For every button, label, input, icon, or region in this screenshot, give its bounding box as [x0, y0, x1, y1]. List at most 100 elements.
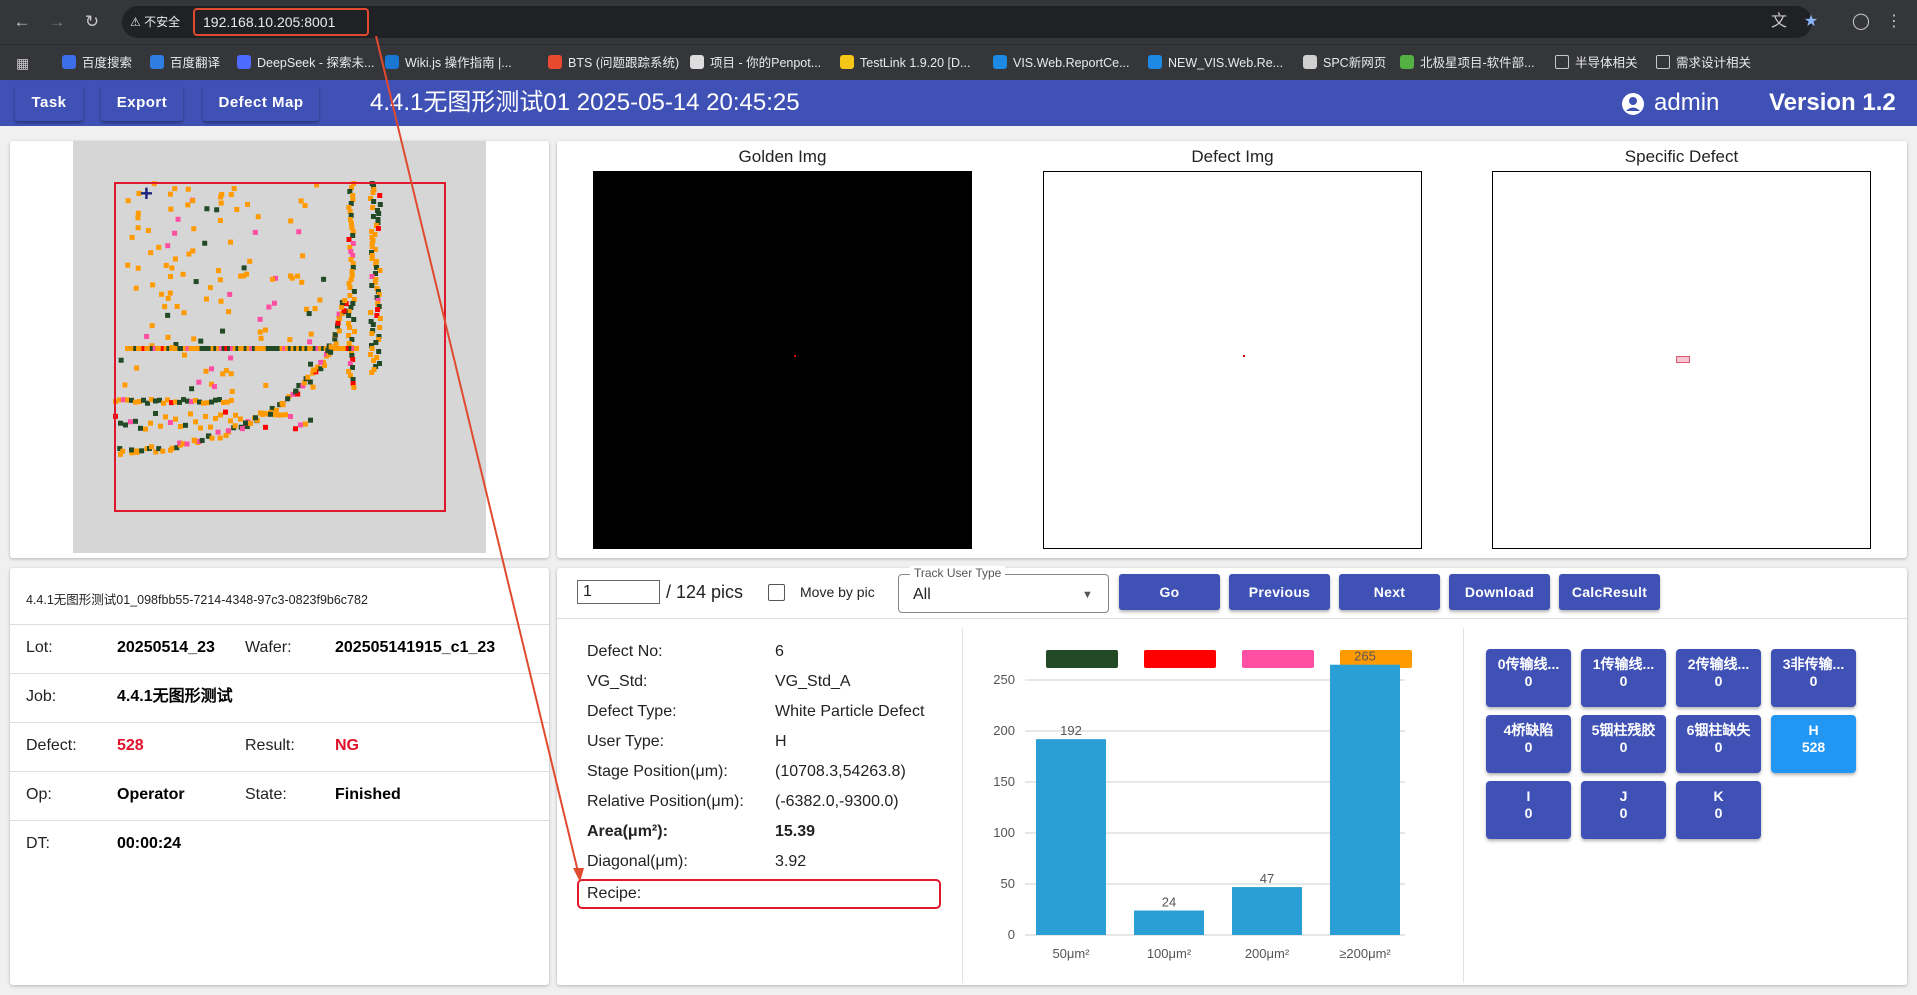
address-bar[interactable] — [122, 6, 1812, 38]
recipe-label: Recipe: — [587, 885, 642, 902]
specific-defect-image[interactable] — [1492, 171, 1871, 549]
bookmark-label: DeepSeek - 探索未... — [257, 56, 375, 70]
not-secure-indicator[interactable]: ⚠ 不安全 — [130, 12, 180, 32]
bookmark-item[interactable]: SPC新网页 — [1303, 53, 1386, 73]
bookmark-icon — [993, 55, 1007, 69]
translate-icon[interactable]: 文 — [1768, 11, 1790, 33]
bar — [1134, 910, 1204, 935]
job-value: 4.4.1无图形测试 — [117, 688, 233, 705]
tile-count: 0 — [1524, 805, 1533, 821]
bookmark-item[interactable]: 需求设计相关 — [1656, 53, 1751, 73]
op-label: Op: — [26, 786, 52, 803]
tile-count: 0 — [1524, 739, 1533, 755]
apps-icon[interactable]: ▦ — [16, 53, 29, 73]
category-tile[interactable]: 3非传输... 0 — [1771, 649, 1856, 707]
defect-no-label: Defect No: — [587, 643, 663, 660]
bookmark-item[interactable]: DeepSeek - 探索未... — [237, 53, 374, 73]
bookmark-item[interactable]: 百度翻译 — [150, 53, 220, 73]
result-label: Result: — [245, 737, 295, 754]
defect-image[interactable] — [1043, 171, 1422, 549]
move-by-pic-checkbox[interactable] — [768, 584, 785, 601]
data-label: 47 — [1260, 871, 1274, 886]
x-tick-label: ≥200μm² — [1339, 946, 1391, 961]
bookmark-label: NEW_VIS.Web.Re... — [1168, 56, 1284, 70]
defect-no-value: 6 — [775, 643, 784, 660]
golden-img-title: Golden Img — [738, 147, 827, 166]
defect-marker — [1243, 355, 1245, 357]
pic-number-input[interactable]: 1 — [577, 580, 660, 604]
category-tile[interactable]: K0 — [1676, 781, 1761, 839]
tile-label: 5铟柱残胶 — [1591, 722, 1656, 738]
state-value: Finished — [335, 786, 401, 803]
export-button[interactable]: Export — [101, 85, 183, 121]
url-text[interactable]: 192.168.10.205:8001 — [193, 8, 369, 36]
category-tile[interactable]: H 528 — [1771, 715, 1856, 773]
dt-label: DT: — [26, 835, 50, 852]
stage-position-label: Stage Position(μm): — [587, 763, 728, 780]
category-tile[interactable]: 5铟柱残胶 0 — [1581, 715, 1666, 773]
defect-img-title: Defect Img — [1191, 147, 1274, 166]
bookmark-label: 半导体相关 — [1575, 56, 1638, 70]
category-tile[interactable]: 0传输线... 0 — [1486, 649, 1571, 707]
next-button[interactable]: Next — [1339, 574, 1440, 610]
bookmark-item[interactable]: 北极星项目-软件部... — [1400, 53, 1535, 73]
defect-map-button[interactable]: Defect Map — [203, 85, 319, 121]
info-row-job — [10, 673, 549, 722]
profile-icon[interactable]: ◯ — [1850, 11, 1872, 33]
reload-icon[interactable]: ↻ — [80, 10, 104, 34]
forward-icon[interactable]: → — [45, 10, 69, 34]
bookmark-item[interactable]: VIS.Web.ReportCe... — [993, 53, 1130, 73]
bookmark-star-icon[interactable]: ★ — [1800, 11, 1822, 33]
version-label: Version 1.2 — [1769, 89, 1896, 116]
y-tick-label: 150 — [993, 774, 1015, 789]
tile-count: 0 — [1619, 673, 1628, 689]
category-tile[interactable]: 6铟柱缺失 0 — [1676, 715, 1761, 773]
defect-marker — [794, 355, 796, 357]
divider — [557, 618, 1907, 619]
golden-image[interactable] — [593, 171, 972, 549]
relative-position-value: (-6382.0,-9300.0) — [775, 793, 899, 810]
track-user-type-value[interactable]: All — [913, 584, 931, 606]
tile-count: 0 — [1619, 805, 1628, 821]
previous-button[interactable]: Previous — [1229, 574, 1330, 610]
download-button[interactable]: Download — [1449, 574, 1550, 610]
bookmark-icon — [1303, 55, 1317, 69]
category-tile[interactable]: J0 — [1581, 781, 1666, 839]
category-tile[interactable]: 2传输线... 0 — [1676, 649, 1761, 707]
bookmark-item[interactable]: 项目 - 你的Penpot... — [690, 53, 821, 73]
category-tile[interactable]: 4桥缺陷 0 — [1486, 715, 1571, 773]
x-tick-label: 100μm² — [1147, 946, 1192, 961]
user-name[interactable]: admin — [1654, 87, 1719, 119]
bookmarks-bar: ▦ 百度搜索 百度翻译 DeepSeek - 探索未... Wiki.js 操作指南 … — [0, 44, 1917, 80]
user-avatar-icon[interactable] — [1622, 93, 1644, 115]
bookmark-label: BTS (问题跟踪系统) — [568, 56, 680, 70]
lot-value: 20250514_23 — [117, 639, 215, 656]
diagonal-value: 3.92 — [775, 853, 807, 870]
bookmark-icon — [690, 55, 704, 69]
bookmark-item[interactable]: 百度搜索 — [62, 53, 132, 73]
go-button[interactable]: Go — [1119, 574, 1220, 610]
tile-label: 4桥缺陷 — [1503, 722, 1554, 738]
op-value: Operator — [117, 786, 185, 803]
tile-count: 528 — [1801, 739, 1826, 755]
bookmark-item[interactable]: 半导体相关 — [1555, 53, 1638, 73]
tile-label: 2传输线... — [1687, 656, 1750, 672]
bookmark-label: 百度翻译 — [170, 56, 221, 70]
move-by-pic-label[interactable]: Move by pic — [800, 582, 875, 602]
bookmark-item[interactable]: BTS (问题跟踪系统) — [548, 53, 679, 73]
stage-position-value: (10708.3,54263.8) — [775, 763, 906, 780]
task-button[interactable]: Task — [15, 85, 83, 121]
bookmark-item[interactable]: TestLink 1.9.20 [D... — [840, 53, 970, 73]
bookmark-item[interactable]: Wiki.js 操作指南 |... — [385, 53, 512, 73]
caret-down-icon[interactable]: ▼ — [1082, 584, 1093, 606]
y-tick-label: 100 — [993, 825, 1015, 840]
calc-result-button[interactable]: CalcResult — [1559, 574, 1660, 610]
category-tile[interactable]: 1传输线... 0 — [1581, 649, 1666, 707]
result-value: NG — [335, 737, 359, 754]
folder-icon — [1555, 55, 1569, 69]
menu-icon[interactable]: ⋮ — [1883, 11, 1905, 33]
bookmark-item[interactable]: NEW_VIS.Web.Re... — [1148, 53, 1283, 73]
back-icon[interactable]: ← — [10, 10, 34, 34]
specific-defect-title: Specific Defect — [1624, 147, 1739, 166]
category-tile[interactable]: I0 — [1486, 781, 1571, 839]
